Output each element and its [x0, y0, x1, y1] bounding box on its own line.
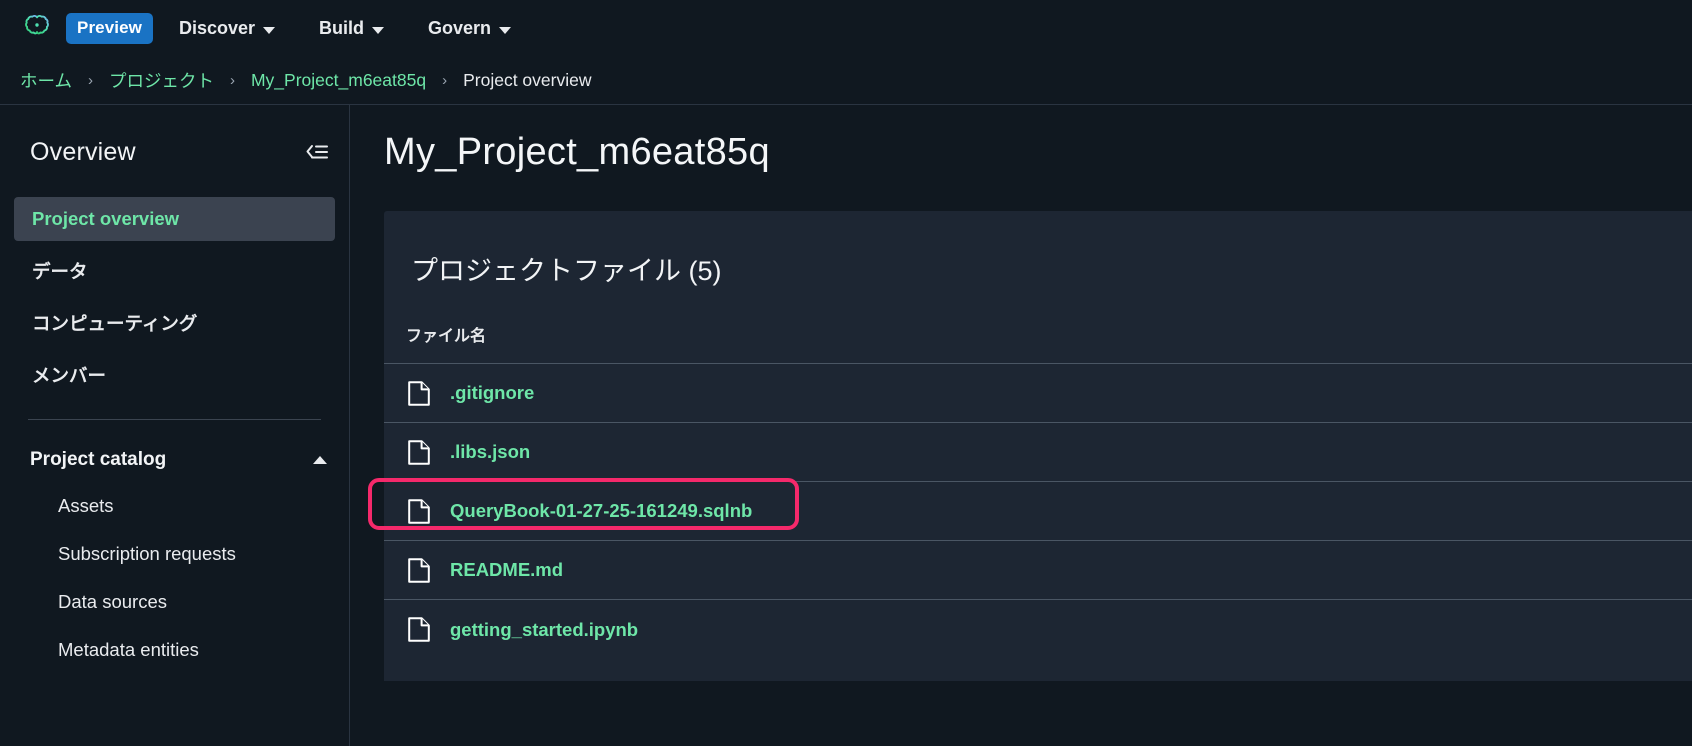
table-row[interactable]: .gitignore: [384, 364, 1692, 423]
file-icon: [406, 557, 432, 583]
sidebar-item-subscription-requests[interactable]: Subscription requests: [0, 530, 349, 578]
breadcrumb-separator: ›: [442, 71, 448, 89]
file-name-link-querybook[interactable]: QueryBook-01-27-25-161249.sqlnb: [450, 500, 752, 522]
preview-badge[interactable]: Preview: [66, 12, 153, 44]
breadcrumb-item-home[interactable]: ホーム: [20, 68, 72, 93]
breadcrumb-item-project[interactable]: My_Project_m6eat85q: [251, 70, 426, 91]
sidebar-subitem-label: Data sources: [58, 591, 167, 612]
file-icon: [406, 498, 432, 524]
sidebar-subitem-label: Assets: [58, 495, 114, 516]
file-name-link[interactable]: .libs.json: [450, 441, 530, 463]
app-root: Preview Discover Build Govern ホーム › プロジェ…: [0, 0, 1692, 746]
nav-item-discover[interactable]: Discover: [178, 17, 276, 39]
table-row[interactable]: getting_started.ipynb: [384, 600, 1692, 659]
file-icon: [406, 439, 432, 465]
sidebar-item-data-sources[interactable]: Data sources: [0, 578, 349, 626]
nav-item-discover-label: Discover: [178, 17, 256, 38]
sidebar-subitem-label: Subscription requests: [58, 543, 236, 564]
nav-item-build-label: Build: [319, 17, 365, 38]
brain-icon[interactable]: [20, 11, 54, 45]
breadcrumb-item-projects[interactable]: プロジェクト: [109, 68, 214, 93]
breadcrumb-separator: ›: [229, 71, 235, 89]
sidebar-title: Overview: [30, 137, 136, 166]
chevron-down-icon: [263, 26, 276, 34]
sidebar-item-metadata-entities[interactable]: Metadata entities: [0, 626, 349, 674]
file-icon: [406, 617, 432, 643]
sidebar-subitem-label: Metadata entities: [58, 639, 199, 660]
file-name-link[interactable]: getting_started.ipynb: [450, 619, 638, 641]
chevron-down-icon: [499, 26, 512, 34]
sidebar-item-data[interactable]: データ: [14, 249, 335, 293]
sidebar-item-label: コンピューティング: [32, 313, 198, 334]
sidebar-item-members[interactable]: メンバー: [14, 353, 335, 397]
nav-item-govern[interactable]: Govern: [428, 17, 512, 39]
sidebar-item-label: Project overview: [32, 208, 180, 229]
page-title: My_Project_m6eat85q: [384, 131, 770, 173]
table-row[interactable]: README.md: [384, 541, 1692, 600]
page-body: Overview Project overview データ コンピューティング …: [0, 105, 1692, 746]
top-navigation-bar: Preview Discover Build Govern: [0, 0, 1692, 56]
breadcrumb: ホーム › プロジェクト › My_Project_m6eat85q › Pro…: [0, 56, 1692, 105]
chevron-up-icon[interactable]: [313, 456, 327, 464]
table-row-highlighted[interactable]: QueryBook-01-27-25-161249.sqlnb: [368, 478, 1692, 541]
project-files-panel: プロジェクトファイル (5) ファイル名 .gitignore .libs.js…: [368, 211, 1692, 681]
breadcrumb-separator: ›: [87, 71, 93, 89]
table-row[interactable]: .libs.json: [384, 423, 1692, 482]
collapse-panel-icon[interactable]: [301, 140, 329, 164]
sidebar-header: Overview: [0, 129, 349, 175]
panel-title: プロジェクトファイル (5): [411, 256, 722, 286]
sidebar-item-label: メンバー: [32, 365, 107, 386]
nav-item-build[interactable]: Build: [319, 17, 385, 39]
sidebar: Overview Project overview データ コンピューティング …: [0, 105, 350, 746]
sidebar-group-label: Project catalog: [30, 449, 167, 470]
chevron-down-icon: [372, 26, 385, 34]
sidebar-item-project-overview[interactable]: Project overview: [14, 197, 335, 241]
file-name-link[interactable]: README.md: [450, 559, 563, 581]
breadcrumb-item-current: Project overview: [463, 69, 592, 90]
sidebar-items: Project overview データ コンピューティング メンバー: [0, 197, 349, 397]
sidebar-item-label: データ: [32, 261, 88, 282]
sidebar-item-computing[interactable]: コンピューティング: [14, 301, 335, 345]
nav-item-govern-label: Govern: [428, 17, 492, 38]
sidebar-item-assets[interactable]: Assets: [0, 482, 349, 530]
file-icon: [406, 380, 432, 406]
main-content: My_Project_m6eat85q プロジェクトファイル (5) ファイル名…: [350, 105, 1692, 746]
sidebar-divider: [28, 419, 321, 420]
file-name-link[interactable]: .gitignore: [450, 382, 534, 404]
sidebar-group-project-catalog[interactable]: Project catalog: [0, 438, 349, 482]
column-header-filename: ファイル名: [384, 288, 1692, 364]
